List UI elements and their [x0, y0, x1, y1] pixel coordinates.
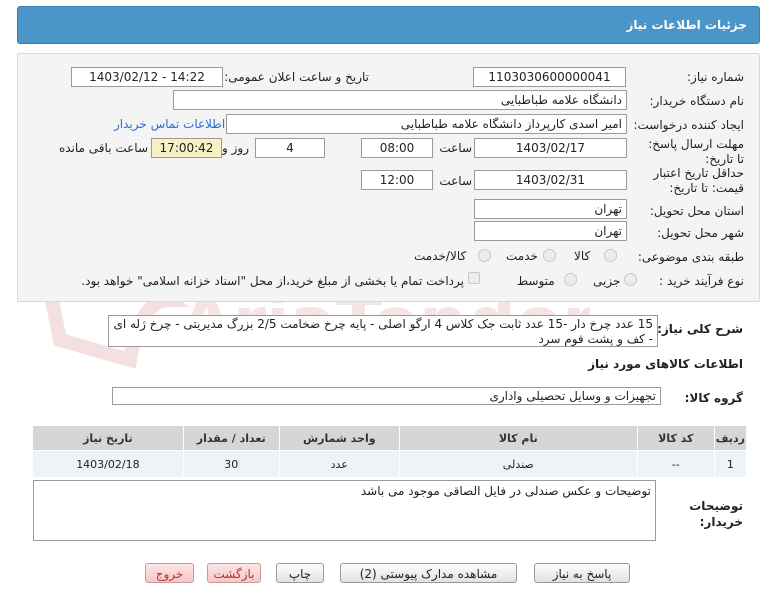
summary-label: شرح کلی نیاز:: [657, 322, 743, 336]
category-radio-goods[interactable]: [604, 249, 617, 262]
cell-code: --: [636, 450, 715, 478]
treasury-payment-checkbox[interactable]: [468, 272, 480, 284]
validity-time-label: ساعت: [439, 174, 472, 188]
city-label: شهر محل تحویل:: [657, 226, 744, 240]
col-unit: واحد شمارش: [278, 425, 400, 451]
col-row: ردیف: [713, 425, 748, 451]
process-option-medium: متوسط: [517, 274, 555, 288]
deadline-date-field: 1403/02/17: [474, 138, 627, 158]
need-number-field: 1103030600000041: [473, 67, 626, 87]
deadline-time-field: 08:00: [361, 138, 433, 158]
col-quantity: تعداد / مقدار: [182, 425, 280, 451]
process-label: نوع فرآیند خرید :: [659, 274, 744, 288]
cell-unit: عدد: [278, 450, 400, 478]
page-title: جزئیات اطلاعات نیاز: [626, 18, 747, 32]
col-code: کد کالا: [636, 425, 715, 451]
process-option-partial: جزیی: [593, 274, 621, 288]
exit-button[interactable]: خروج: [145, 563, 194, 583]
cell-quantity: 30: [182, 450, 280, 478]
goods-group-field: تجهیزات و وسایل تحصیلی واداری: [112, 387, 661, 405]
page-header: جزئیات اطلاعات نیاز: [17, 6, 760, 44]
days-field: 4: [255, 138, 325, 158]
days-label: روز و: [222, 141, 249, 155]
process-radio-partial[interactable]: [624, 273, 637, 286]
goods-table: ردیف کد کالا نام کالا واحد شمارش تعداد /…: [32, 425, 748, 478]
province-label: استان محل تحویل:: [649, 204, 744, 218]
process-radio-medium[interactable]: [564, 273, 577, 286]
deadline-time-label: ساعت: [439, 141, 472, 155]
validity-date-field: 1403/02/31: [474, 170, 627, 190]
category-label: طبقه بندی موضوعی:: [637, 250, 744, 264]
category-radio-service[interactable]: [543, 249, 556, 262]
announce-field: 1403/02/12 - 14:22: [71, 67, 223, 87]
remaining-label: ساعت باقی مانده: [58, 141, 148, 155]
table-row: 1 -- صندلی عدد 30 1403/02/18: [32, 450, 748, 478]
buyer-notes-label: توضیحات خریدار:: [689, 499, 743, 529]
creator-field: امیر اسدی کارپرداز دانشگاه علامه طباطبای…: [226, 114, 627, 134]
print-button[interactable]: چاپ: [276, 563, 324, 583]
announce-label: تاریخ و ساعت اعلان عمومی:: [224, 70, 369, 84]
need-number-label: شماره نیاز:: [687, 70, 744, 84]
back-button[interactable]: بازگشت: [207, 563, 261, 583]
goods-group-label: گروه کالا:: [684, 391, 743, 405]
category-option-service: خدمت: [506, 249, 538, 263]
city-field: تهران: [474, 221, 627, 241]
validity-label: حداقل تاریخ اعتبار قیمت: تا تاریخ:: [653, 166, 744, 195]
category-radio-both[interactable]: [478, 249, 491, 262]
cell-row: 1: [713, 450, 748, 478]
treasury-payment-note: پرداخت تمام یا بخشی از مبلغ خرید،از محل …: [81, 274, 464, 288]
category-option-goods: کالا: [574, 249, 591, 263]
deadline-label: مهلت ارسال پاسخ: تا تاریخ:: [648, 137, 744, 166]
buyer-notes-text: توضیحات و عکس صندلی در فایل الصاقی موجود…: [33, 480, 656, 541]
col-name: نام کالا: [398, 425, 638, 451]
category-option-both: کالا/خدمت: [414, 249, 467, 263]
summary-text: 15 عدد چرخ دار -15 عدد ثابت جک کلاس 4 ار…: [108, 315, 658, 347]
buyer-contact-link[interactable]: اطلاعات تماس خریدار: [114, 117, 225, 131]
creator-label: ایجاد کننده درخواست:: [633, 118, 744, 132]
buyer-field: دانشگاه علامه طباطبایی: [173, 90, 627, 110]
col-need-date: تاریخ نیاز: [32, 425, 184, 451]
cell-name: صندلی: [398, 450, 638, 478]
goods-section-title: اطلاعات کالاهای مورد نیاز: [588, 357, 743, 371]
attachments-button[interactable]: مشاهده مدارک پیوستی (2): [340, 563, 517, 583]
remaining-time-field: 17:00:42: [151, 138, 222, 158]
province-field: تهران: [474, 199, 627, 219]
buyer-label: نام دستگاه خریدار:: [649, 94, 745, 108]
validity-time-field: 12:00: [361, 170, 433, 190]
reply-button[interactable]: پاسخ به نیاز: [534, 563, 630, 583]
cell-need-date: 1403/02/18: [32, 450, 184, 478]
